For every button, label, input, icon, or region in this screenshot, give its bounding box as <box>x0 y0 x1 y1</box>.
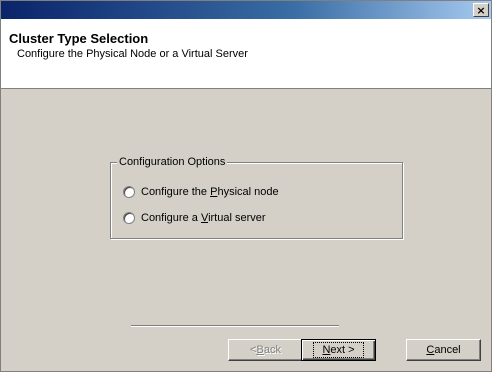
wizard-window: × Cluster Type Selection Configure the P… <box>0 0 492 372</box>
group-legend: Configuration Options <box>117 156 228 168</box>
back-button[interactable]: < Back <box>228 339 303 361</box>
radio-physical-node-label: Configure the Physical node <box>141 186 279 198</box>
wizard-header: Cluster Type Selection Configure the Phy… <box>1 19 491 89</box>
close-button[interactable]: × <box>473 3 489 17</box>
close-icon: × <box>476 3 486 17</box>
next-button[interactable]: Next > <box>301 339 376 361</box>
radio-virtual-server[interactable]: Configure a Virtual server <box>123 212 266 224</box>
radio-circle-icon[interactable] <box>123 212 135 224</box>
title-bar[interactable]: × <box>1 1 491 19</box>
focus-rect: Next > <box>313 342 364 358</box>
page-subtitle: Configure the Physical Node or a Virtual… <box>17 48 248 60</box>
page-title: Cluster Type Selection <box>9 31 149 46</box>
button-separator <box>131 325 339 327</box>
configuration-options-group: Configuration Options Configure the Phys… <box>110 156 403 239</box>
radio-circle-icon[interactable] <box>123 186 135 198</box>
radio-virtual-server-label: Configure a Virtual server <box>141 212 266 224</box>
radio-physical-node[interactable]: Configure the Physical node <box>123 186 279 198</box>
cancel-button[interactable]: Cancel <box>406 339 481 361</box>
